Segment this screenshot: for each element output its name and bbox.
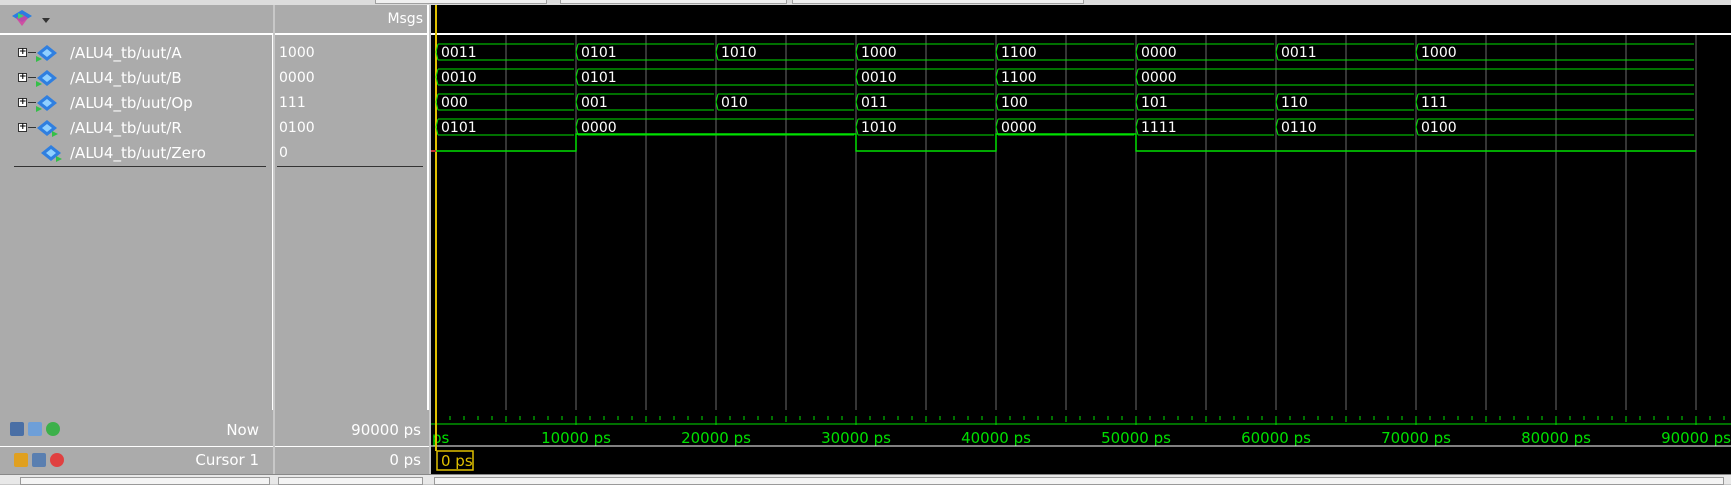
expand-icon[interactable]: + <box>18 48 27 57</box>
bus-value-label: 1100 <box>1001 70 1037 86</box>
add-cursor-icon[interactable] <box>46 422 60 436</box>
cursor-value: 0 ps <box>389 451 421 469</box>
signal-value: 111 <box>279 95 306 111</box>
msgs-header: Msgs <box>275 5 429 35</box>
signal-row[interactable]: + /ALU4_tb/uut/B <box>0 66 273 91</box>
tree-connector <box>28 52 36 53</box>
ruler-tick-label: ps <box>432 429 450 447</box>
expand-icon[interactable]: + <box>18 98 27 107</box>
bus-value-label: 110 <box>1281 95 1308 111</box>
output-port-icon <box>37 120 58 137</box>
bus-value-label: 0101 <box>441 120 477 136</box>
top-tab-3[interactable] <box>792 0 1084 4</box>
ruler-tick-label: 60000 ps <box>1241 429 1311 447</box>
tree-connector <box>28 102 36 103</box>
signal-name: /ALU4_tb/uut/B <box>70 69 182 87</box>
bus-value-label: 0101 <box>581 70 617 86</box>
ruler-tick-label: 50000 ps <box>1101 429 1171 447</box>
waveform-canvas[interactable]: 0011 0101 1010 1000 1100 0000 0011 10000010 0101… <box>431 5 1731 410</box>
bus-value-label: 0010 <box>861 70 897 86</box>
bus-value-label: 1111 <box>1141 120 1177 136</box>
bus-value-label: 1000 <box>1421 45 1457 61</box>
top-tab-2[interactable] <box>560 0 787 4</box>
signal-value: 0100 <box>279 120 315 136</box>
top-tab-1[interactable] <box>375 0 547 4</box>
remove-cursor-icon[interactable] <box>50 453 64 467</box>
input-port-icon <box>36 45 57 62</box>
signal-row[interactable]: + /ALU4_tb/uut/R <box>0 116 273 141</box>
selection-marker <box>277 166 423 167</box>
cursor-label: Cursor 1 <box>195 451 259 469</box>
bus-value-label: 0010 <box>441 70 477 86</box>
chevron-down-icon[interactable] <box>42 18 50 23</box>
bus-value-label: 1100 <box>1001 45 1037 61</box>
names-header <box>0 5 273 35</box>
bus-value-label: 011 <box>861 95 888 111</box>
lock-icon[interactable] <box>14 453 28 467</box>
signal-name: /ALU4_tb/uut/A <box>70 44 182 62</box>
bus-value-label: 100 <box>1001 95 1028 111</box>
time-values-pane: 90000 ps 0 ps <box>275 410 429 474</box>
divider <box>275 446 429 447</box>
signal-row[interactable]: + /ALU4_tb/uut/A <box>0 41 273 66</box>
divider <box>0 446 273 447</box>
tree-connector <box>28 127 36 128</box>
bus-value-label: 001 <box>581 95 608 111</box>
bus-value-label: 1010 <box>861 120 897 136</box>
expand-icon[interactable]: + <box>18 123 27 132</box>
signal-value: 1000 <box>279 45 315 61</box>
horizontal-scrollbar[interactable] <box>0 474 1731 485</box>
ruler-tick-label: 20000 ps <box>681 429 751 447</box>
ruler-tick-label: 10000 ps <box>541 429 611 447</box>
bus-value-label: 0011 <box>441 45 477 61</box>
bus-value-label: 0110 <box>1281 120 1317 136</box>
bus-value-label: 1000 <box>861 45 897 61</box>
bus-value-label: 101 <box>1141 95 1168 111</box>
signal-name: /ALU4_tb/uut/Op <box>70 94 193 112</box>
values-pane: Msgs 1000 0000 111 0100 0 <box>275 5 429 410</box>
ruler-tick-label: 40000 ps <box>961 429 1031 447</box>
ruler-tick-label: 80000 ps <box>1521 429 1591 447</box>
now-value: 90000 ps <box>351 421 421 439</box>
bus-value-label: 010 <box>721 95 748 111</box>
signal-row[interactable]: + /ALU4_tb/uut/Op <box>0 91 273 116</box>
cursor-tag-label: 0 ps <box>441 452 473 470</box>
bus-value-label: 1010 <box>721 45 757 61</box>
signal-names-pane: + /ALU4_tb/uut/A + /ALU4_tb/uut/B + /ALU4_tb/… <box>0 5 273 410</box>
waveform-pane[interactable]: 0011 0101 1010 1000 1100 0000 0011 1000 0010 0101… <box>431 5 1731 410</box>
cursor-icon[interactable] <box>10 422 24 436</box>
input-port-icon <box>36 70 57 87</box>
input-port-icon <box>36 95 57 112</box>
msgs-title: Msgs <box>387 11 423 27</box>
expand-icon[interactable]: + <box>18 73 27 82</box>
ruler-tick-label: 30000 ps <box>821 429 891 447</box>
bus-value-label: 0000 <box>1141 45 1177 61</box>
bus-value-label: 000 <box>441 95 468 111</box>
selection-marker <box>14 166 266 167</box>
wave-tool-icon[interactable] <box>12 10 32 26</box>
tree-connector <box>28 77 36 78</box>
timeline-pane[interactable]: ps 10000 ps 20000 ps 30000 ps 40000 ps 50000 … <box>431 410 1731 474</box>
bus-value-label: 0011 <box>1281 45 1317 61</box>
bus-value-label: 0000 <box>1141 70 1177 86</box>
ruler-tick-label: 70000 ps <box>1381 429 1451 447</box>
output-port-icon <box>41 145 62 162</box>
bus-value-label: 0101 <box>581 45 617 61</box>
bus-value-label: 111 <box>1421 95 1448 111</box>
ruler-tick-label: 90000 ps <box>1661 429 1731 447</box>
monitor-icon[interactable] <box>28 422 42 436</box>
signal-name: /ALU4_tb/uut/Zero <box>70 144 206 162</box>
signal-row[interactable]: /ALU4_tb/uut/Zero <box>0 141 273 166</box>
signal-value: 0000 <box>279 70 315 86</box>
bus-value-label: 0100 <box>1421 120 1457 136</box>
wrench-icon[interactable] <box>32 453 46 467</box>
now-label: Now <box>226 421 259 439</box>
time-labels-pane: Now Cursor 1 <box>0 410 273 474</box>
timeline-ruler[interactable]: ps 10000 ps 20000 ps 30000 ps 40000 ps 50000 … <box>431 410 1731 474</box>
signal-name: /ALU4_tb/uut/R <box>70 119 182 137</box>
